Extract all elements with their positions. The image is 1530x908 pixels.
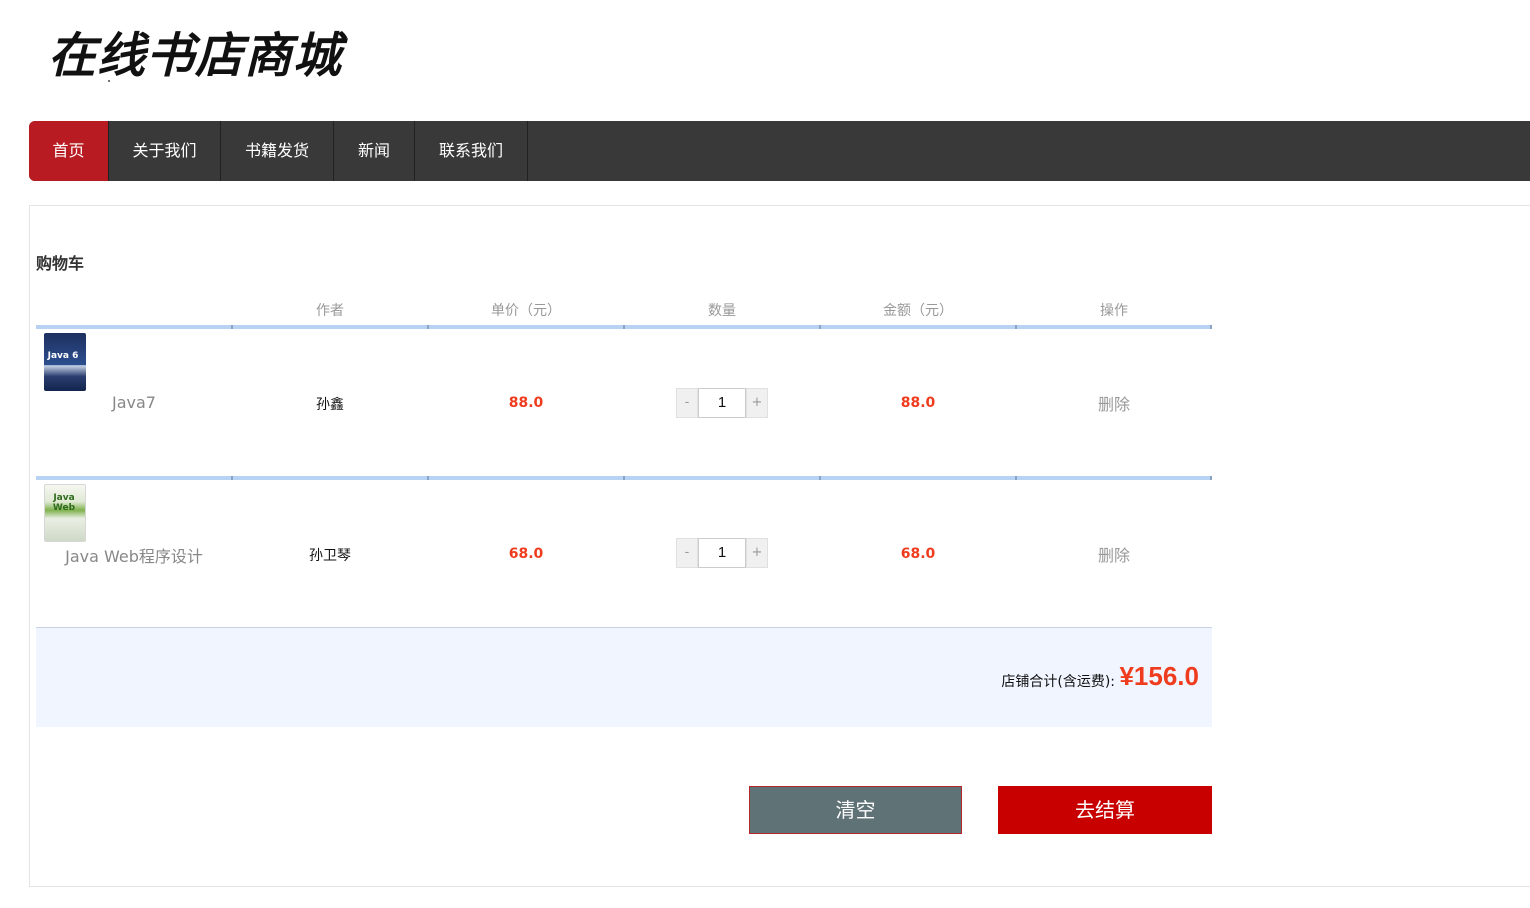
column-header-quantity: 数量 [708, 303, 736, 319]
unit-price: 88.0 [508, 395, 544, 411]
book-author: 孙鑫 [316, 397, 344, 413]
nav-item-home[interactable]: 首页 [29, 121, 109, 181]
line-amount: 68.0 [900, 546, 936, 562]
decrease-button[interactable]: - [676, 388, 698, 418]
column-header-amount: 金额（元） [883, 303, 953, 319]
quantity-stepper: - 1 + [676, 388, 768, 418]
logo: 在线书店商城 [40, 8, 370, 88]
total-value: ¥156.0 [1119, 661, 1199, 691]
delete-link[interactable]: 删除 [1016, 542, 1212, 566]
checkout-button[interactable]: 去结算 [998, 786, 1212, 834]
book-name[interactable]: Java7 [36, 393, 232, 412]
nav-item-shipping[interactable]: 书籍发货 [221, 121, 334, 181]
cart-title: 购物车 [36, 254, 85, 273]
nav-item-contact[interactable]: 联系我们 [415, 121, 528, 181]
total-label: 店铺合计(含运费): [1001, 674, 1115, 690]
quantity-input[interactable]: 1 [698, 388, 746, 418]
logo-dot [108, 80, 110, 82]
main-nav: 首页 关于我们 书籍发货 新闻 联系我们 [29, 121, 1530, 181]
book-name[interactable]: Java Web程序设计 [36, 543, 232, 567]
decrease-button[interactable]: - [676, 538, 698, 568]
table-row: Java 6 Java7 孙鑫 88.0 - 1 + 88.0 删除 [36, 329, 1212, 477]
quantity-input[interactable]: 1 [698, 538, 746, 568]
cart-table-header: 作者 单价（元） 数量 金额（元） 操作 [36, 298, 1212, 328]
cover-label: Java 6 [47, 351, 79, 361]
total-bar: 店铺合计(含运费): ¥156.0 [36, 627, 1212, 727]
column-header-author: 作者 [316, 303, 344, 319]
increase-button[interactable]: + [746, 538, 768, 568]
column-header-action: 操作 [1100, 303, 1128, 319]
quantity-stepper: - 1 + [676, 538, 768, 568]
cover-label: Java Web [52, 493, 76, 513]
nav-item-news[interactable]: 新闻 [334, 121, 415, 181]
unit-price: 68.0 [508, 546, 544, 562]
increase-button[interactable]: + [746, 388, 768, 418]
delete-link[interactable]: 删除 [1016, 391, 1212, 415]
clear-cart-button[interactable]: 清空 [749, 786, 962, 834]
table-row: Java Web Java Web程序设计 孙卫琴 68.0 - 1 + 68.… [36, 480, 1212, 628]
nav-item-about[interactable]: 关于我们 [109, 121, 221, 181]
book-cover-image[interactable]: Java 6 [44, 333, 86, 391]
logo-text: 在线书店商城 [48, 28, 343, 84]
column-header-product [36, 298, 232, 328]
book-author: 孙卫琴 [309, 548, 351, 564]
line-amount: 88.0 [900, 395, 936, 411]
book-cover-image[interactable]: Java Web [44, 484, 86, 542]
column-header-unit-price: 单价（元） [491, 303, 561, 319]
